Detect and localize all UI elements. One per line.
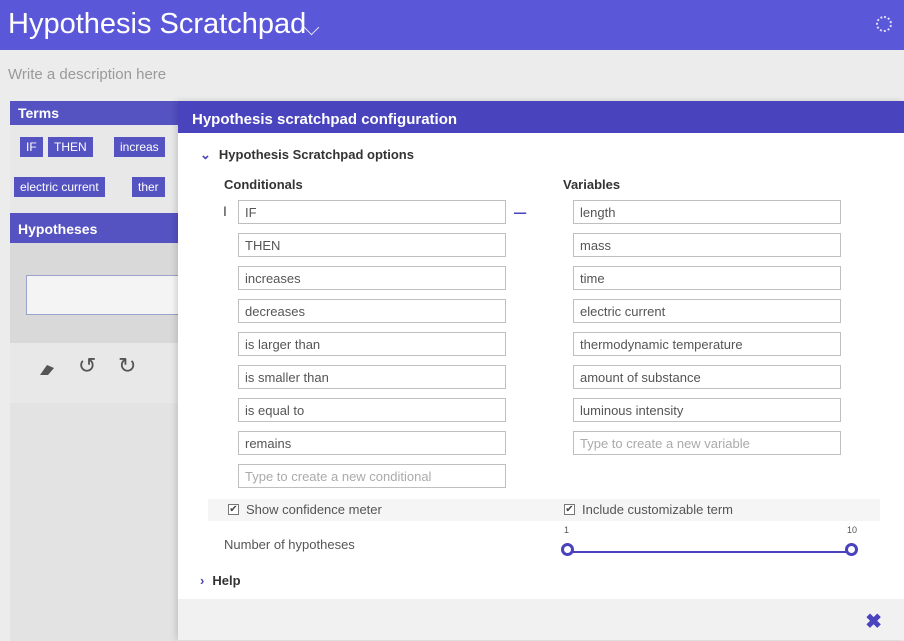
new-conditional-input[interactable]: Type to create a new conditional (238, 464, 506, 488)
section-title: Hypothesis Scratchpad options (218, 147, 414, 162)
term-chip[interactable]: THEN (48, 137, 93, 157)
variable-field[interactable]: length (573, 200, 841, 224)
variable-field[interactable]: amount of substance (573, 365, 841, 389)
terms-area: IF THEN increas electric current ther (10, 125, 178, 213)
hypotheses-heading: Hypotheses (10, 213, 178, 243)
conditional-field[interactable]: remains (238, 431, 506, 455)
include-term-label: Include customizable term (582, 502, 734, 517)
variable-field[interactable]: electric current (573, 299, 841, 323)
hypothesis-toolbar: ↺ ↻ (10, 343, 178, 403)
options-section-toggle[interactable]: ⌄ Hypothesis Scratchpad options (200, 147, 414, 163)
conditional-field[interactable]: decreases (238, 299, 506, 323)
dialog-footer: ✖ (178, 599, 904, 640)
variables-heading: Variables (563, 177, 621, 192)
term-chip[interactable]: IF (20, 137, 43, 157)
num-hypotheses-label: Number of hypotheses (224, 537, 355, 552)
term-chip[interactable]: increas (114, 137, 165, 157)
term-chip[interactable]: electric current (14, 177, 105, 197)
hypotheses-area (10, 243, 181, 343)
help-section-toggle[interactable]: › Help (200, 573, 241, 588)
variable-field[interactable]: thermodynamic temperature (573, 332, 841, 356)
num-hypotheses-slider[interactable] (567, 551, 851, 553)
slider-min-label: 1 (564, 525, 570, 535)
help-label: Help (212, 573, 241, 588)
terms-heading: Terms (10, 101, 178, 125)
description-field[interactable]: Write a description here (8, 66, 166, 83)
hypothesis-input[interactable] (26, 275, 181, 315)
slider-max-label: 10 (847, 525, 858, 535)
conditional-field[interactable]: THEN (238, 233, 506, 257)
show-confidence-checkbox[interactable]: ✔ (228, 504, 239, 515)
chevron-down-icon: ⌄ (200, 147, 211, 162)
show-confidence-label: Show confidence meter (246, 502, 382, 517)
dialog-title: Hypothesis scratchpad configuration (178, 101, 904, 133)
variable-field[interactable]: mass (573, 233, 841, 257)
variable-field[interactable]: luminous intensity (573, 398, 841, 422)
conditionals-heading: Conditionals (224, 177, 303, 192)
close-icon[interactable]: ✖ (865, 609, 882, 634)
conditional-field[interactable]: is equal to (238, 398, 506, 422)
config-dialog: Hypothesis scratchpad configuration ⌄ Hyp… (178, 101, 904, 640)
conditional-field[interactable]: increases (238, 266, 506, 290)
undo-icon[interactable]: ↺ (78, 353, 96, 379)
eraser-icon[interactable] (38, 357, 56, 383)
gear-icon[interactable] (876, 16, 892, 32)
conditional-field[interactable]: is larger than (238, 332, 506, 356)
left-panel: Terms IF THEN increas electric current t… (10, 101, 181, 641)
new-variable-input[interactable]: Type to create a new variable (573, 431, 841, 455)
term-chip[interactable]: ther (132, 177, 165, 197)
slider-min-handle[interactable] (561, 543, 574, 556)
include-term-checkbox[interactable]: ✔ (564, 504, 575, 515)
remove-conditional-button[interactable]: – (514, 199, 526, 225)
slider-max-handle[interactable] (845, 543, 858, 556)
app-title[interactable]: Hypothesis Scratchpad (8, 8, 306, 41)
options-row: ✔ Show confidence meter ✔ Include custom… (208, 499, 880, 521)
conditional-field[interactable]: IF (238, 200, 506, 224)
chevron-right-icon: › (200, 573, 205, 588)
redo-icon[interactable]: ↻ (118, 353, 136, 379)
drag-handle-icon[interactable]: I (223, 203, 227, 219)
conditional-field[interactable]: is smaller than (238, 365, 506, 389)
app-header: Hypothesis Scratchpad (0, 0, 904, 50)
variable-field[interactable]: time (573, 266, 841, 290)
